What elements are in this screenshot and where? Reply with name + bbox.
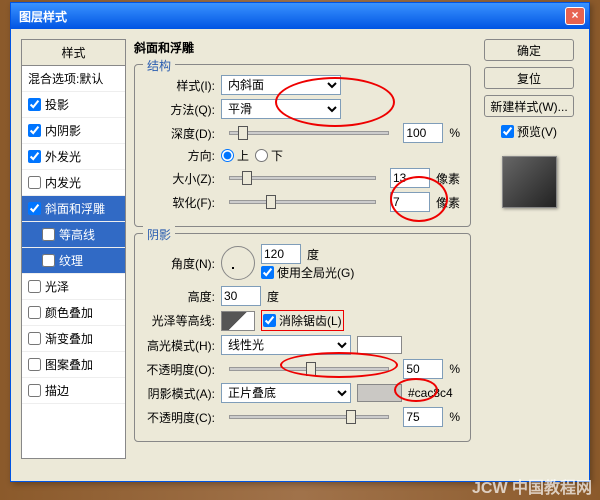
global-light[interactable]: 使用全局光(G): [261, 264, 354, 281]
antialias[interactable]: 消除锯齿(L): [261, 310, 344, 331]
angle-input[interactable]: [261, 244, 301, 264]
preview-swatch: [502, 156, 557, 208]
soften-input[interactable]: [390, 192, 430, 212]
style-innershadow[interactable]: 内阴影: [22, 118, 125, 144]
settings-panel: 斜面和浮雕 结构 样式(I): 内斜面 方法(Q): 平滑 深度(D): %: [134, 39, 471, 471]
panel-title: 斜面和浮雕: [134, 39, 471, 56]
titlebar: 图层样式 ×: [11, 3, 589, 29]
style-innerglow[interactable]: 内发光: [22, 170, 125, 196]
style-contour[interactable]: 等高线: [22, 222, 125, 248]
shadowmode-label: 阴影模式(A):: [145, 385, 215, 402]
shading-group: 阴影 角度(N): 度 使用全局光(G) 高度: 度: [134, 233, 471, 442]
style-stroke[interactable]: 描边: [22, 378, 125, 404]
ok-button[interactable]: 确定: [484, 39, 574, 61]
depth-input[interactable]: [403, 123, 443, 143]
hlopacity-slider[interactable]: [229, 367, 389, 371]
style-dropshadow[interactable]: 投影: [22, 92, 125, 118]
preview-check[interactable]: 预览(V): [501, 123, 557, 140]
style-bevel[interactable]: 斜面和浮雕: [22, 196, 125, 222]
gloss-contour[interactable]: [221, 311, 255, 331]
style-label: 样式(I):: [145, 77, 215, 94]
newstyle-button[interactable]: 新建样式(W)...: [484, 95, 574, 117]
size-label: 大小(Z):: [145, 170, 215, 187]
angle-dial[interactable]: [221, 246, 255, 280]
gloss-label: 光泽等高线:: [145, 312, 215, 329]
shadow-color[interactable]: [357, 384, 402, 402]
method-label: 方法(Q):: [145, 101, 215, 118]
depth-slider[interactable]: [229, 131, 389, 135]
structure-legend: 结构: [143, 57, 175, 74]
styles-header: 样式: [22, 40, 125, 66]
style-select[interactable]: 内斜面: [221, 75, 341, 95]
style-satin[interactable]: 光泽: [22, 274, 125, 300]
shopacity-label: 不透明度(C):: [145, 409, 215, 426]
size-slider[interactable]: [229, 176, 376, 180]
style-patternoverlay[interactable]: 图案叠加: [22, 352, 125, 378]
soften-slider[interactable]: [229, 200, 376, 204]
direction-label: 方向:: [145, 147, 215, 164]
blend-options[interactable]: 混合选项:默认: [22, 66, 125, 92]
shopacity-slider[interactable]: [229, 415, 389, 419]
structure-group: 结构 样式(I): 内斜面 方法(Q): 平滑 深度(D): % 方向:: [134, 64, 471, 227]
close-button[interactable]: ×: [565, 7, 585, 25]
watermark: JCW 中国教程网: [472, 474, 592, 498]
size-input[interactable]: [390, 168, 430, 188]
method-select[interactable]: 平滑: [221, 99, 341, 119]
window-title: 图层样式: [15, 8, 67, 25]
right-panel: 确定 复位 新建样式(W)... 预览(V): [479, 39, 579, 471]
reset-button[interactable]: 复位: [484, 67, 574, 89]
styles-list: 样式 混合选项:默认 投影 内阴影 外发光 内发光 斜面和浮雕 等高线 纹理 光…: [21, 39, 126, 459]
highlight-label: 高光模式(H):: [145, 337, 215, 354]
dir-down[interactable]: 下: [255, 147, 283, 164]
altitude-input[interactable]: [221, 286, 261, 306]
angle-label: 角度(N):: [145, 255, 215, 272]
shadowmode-select[interactable]: 正片叠底: [221, 383, 351, 403]
highlight-select[interactable]: 线性光: [221, 335, 351, 355]
shopacity-input[interactable]: [403, 407, 443, 427]
hlopacity-label: 不透明度(O):: [145, 361, 215, 378]
hlopacity-input[interactable]: [403, 359, 443, 379]
soften-label: 软化(F):: [145, 194, 215, 211]
dir-up[interactable]: 上: [221, 147, 249, 164]
shading-legend: 阴影: [143, 226, 175, 243]
style-coloroverlay[interactable]: 颜色叠加: [22, 300, 125, 326]
layer-style-dialog: 图层样式 × 样式 混合选项:默认 投影 内阴影 外发光 内发光 斜面和浮雕 等…: [10, 2, 590, 482]
style-outerglow[interactable]: 外发光: [22, 144, 125, 170]
style-texture[interactable]: 纹理: [22, 248, 125, 274]
depth-label: 深度(D):: [145, 125, 215, 142]
altitude-label: 高度:: [145, 288, 215, 305]
style-gradoverlay[interactable]: 渐变叠加: [22, 326, 125, 352]
highlight-color[interactable]: [357, 336, 402, 354]
